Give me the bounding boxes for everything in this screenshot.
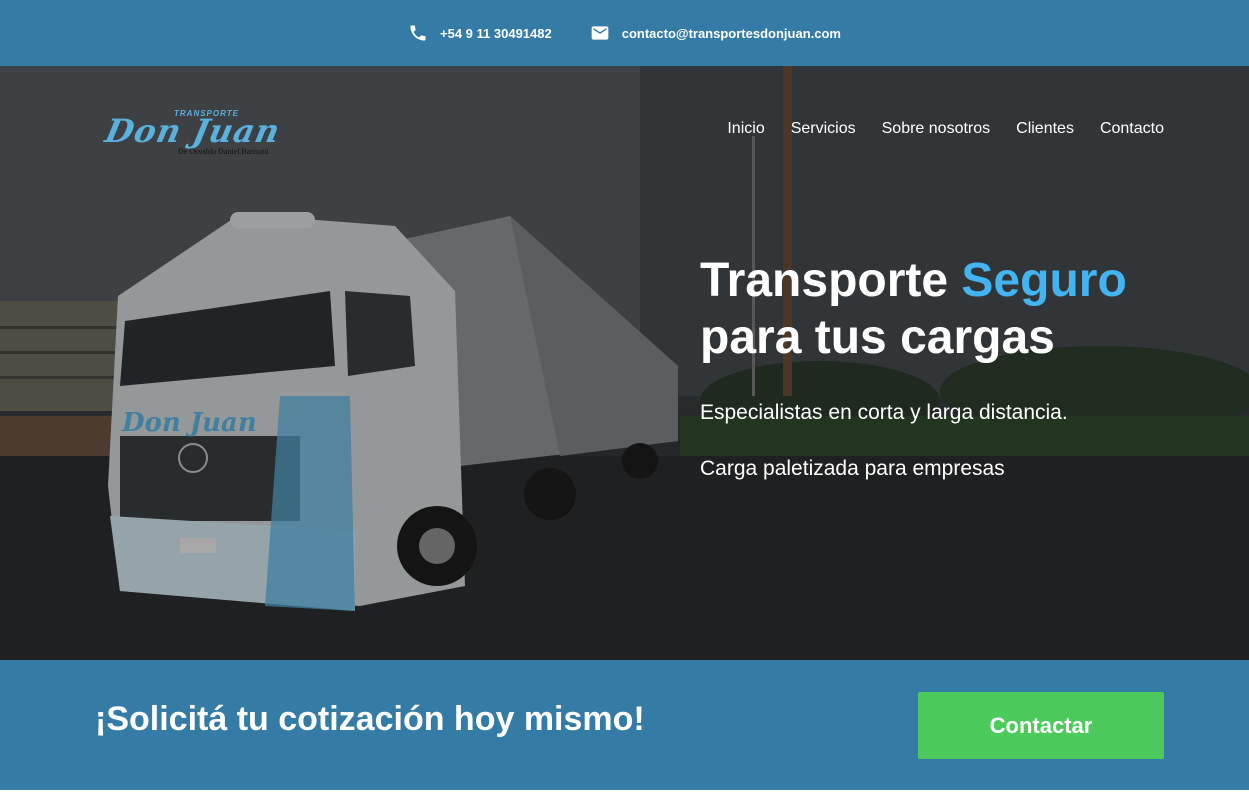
nav-item-sobre-nosotros[interactable]: Sobre nosotros bbox=[882, 120, 991, 138]
logo-name: Don Juan bbox=[101, 112, 284, 150]
page-bottom bbox=[0, 790, 1249, 807]
nav-item-clientes[interactable]: Clientes bbox=[1016, 120, 1074, 138]
nav-item-servicios[interactable]: Servicios bbox=[791, 120, 856, 138]
site-logo[interactable]: TRANSPORTE Don Juan De Osvaldo Daniel Ba… bbox=[101, 106, 379, 166]
main-navigation: Inicio Servicios Sobre nosotros Clientes… bbox=[727, 120, 1164, 138]
phone-number[interactable]: +54 9 11 30491482 bbox=[440, 26, 552, 41]
contactar-button[interactable]: Contactar bbox=[918, 692, 1164, 759]
hero-line-2: Carga paletizada para empresas bbox=[700, 457, 1005, 480]
quote-cta-bar: ¡Solicitá tu cotización hoy mismo! Conta… bbox=[0, 660, 1249, 790]
nav-item-inicio[interactable]: Inicio bbox=[727, 120, 764, 138]
logo-subtitle: De Osvaldo Daniel Barisoni bbox=[178, 147, 269, 156]
phone-contact[interactable]: +54 9 11 30491482 bbox=[408, 23, 552, 43]
phone-icon bbox=[410, 25, 426, 41]
hero-section: Don Juan TRANSPORTE Don Juan De Osvaldo … bbox=[0, 66, 1249, 660]
hero-line-1: Especialistas en corta y larga distancia… bbox=[700, 401, 1068, 424]
headline-part-1: Transporte bbox=[700, 254, 962, 307]
cta-heading: ¡Solicitá tu cotización hoy mismo! bbox=[95, 700, 645, 738]
email-contact[interactable]: contacto@transportesdonjuan.com bbox=[590, 23, 841, 43]
mail-icon bbox=[591, 26, 609, 40]
hero-copy: Transporte Seguro para tus cargas Especi… bbox=[700, 252, 1220, 481]
nav-item-contacto[interactable]: Contacto bbox=[1100, 120, 1164, 138]
top-contact-bar: +54 9 11 30491482 contacto@transportesdo… bbox=[0, 0, 1249, 66]
headline-part-2: para tus cargas bbox=[700, 311, 1055, 364]
hero-headline: Transporte Seguro para tus cargas bbox=[700, 252, 1220, 366]
headline-accent: Seguro bbox=[961, 254, 1127, 307]
email-address[interactable]: contacto@transportesdonjuan.com bbox=[622, 26, 841, 41]
